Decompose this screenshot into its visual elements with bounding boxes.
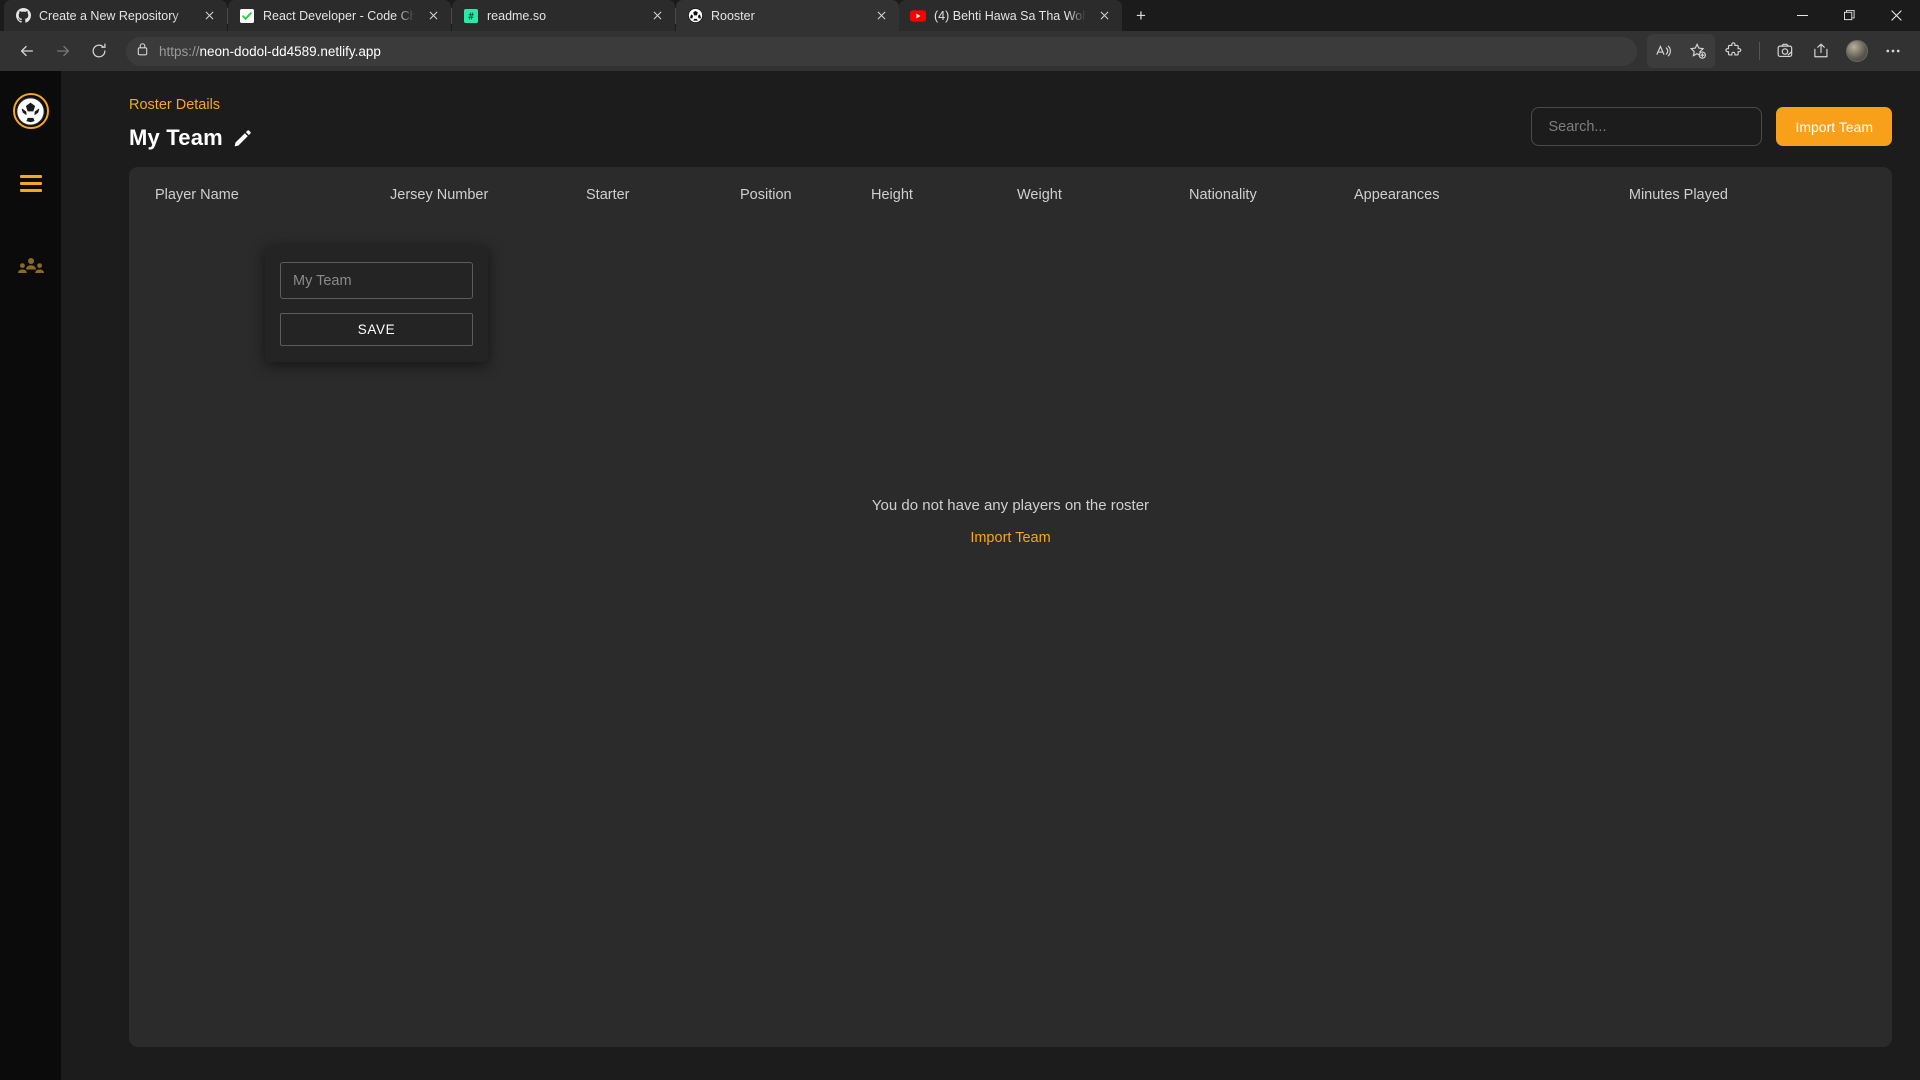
edit-team-name-popover: SAVE <box>265 246 488 362</box>
window-controls <box>1779 0 1920 31</box>
checkmark-icon <box>239 8 255 24</box>
sidebar-item-team[interactable] <box>18 256 44 278</box>
pencil-icon[interactable] <box>234 130 251 147</box>
column-header-minutes-played[interactable]: Minutes Played <box>1548 187 1728 203</box>
team-name-input[interactable] <box>280 262 473 299</box>
browser-tab-2[interactable]: # readme.so <box>452 0 675 31</box>
browser-tab-0[interactable]: Create a New Repository <box>4 0 227 31</box>
empty-state-message: You do not have any players on the roste… <box>872 497 1149 514</box>
title-row: My Team <box>129 125 251 151</box>
collections-icon[interactable] <box>1768 34 1802 68</box>
search-input[interactable] <box>1548 119 1745 135</box>
restore-icon[interactable] <box>1826 0 1873 31</box>
forward-arrow-icon[interactable] <box>46 34 80 68</box>
import-team-button[interactable]: Import Team <box>1776 107 1892 146</box>
close-icon[interactable] <box>871 6 891 26</box>
search-box[interactable] <box>1531 107 1762 146</box>
table-header-row: Player Name Jersey Number Starter Positi… <box>129 167 1892 223</box>
soccer-ball-icon <box>687 8 703 24</box>
settings-more-icon[interactable] <box>1876 34 1910 68</box>
empty-state-import-link[interactable]: Import Team <box>970 530 1050 546</box>
toolbar-actions <box>1647 34 1910 68</box>
share-icon[interactable] <box>1804 34 1838 68</box>
column-header-appearances[interactable]: Appearances <box>1354 187 1548 203</box>
youtube-icon <box>910 8 926 24</box>
omnibox-actions-group <box>1647 34 1715 68</box>
browser-tab-1[interactable]: React Developer - Code Challenge <box>228 0 451 31</box>
soccer-ball-logo[interactable] <box>13 93 49 129</box>
column-header-jersey-number[interactable]: Jersey Number <box>390 187 586 203</box>
browser-toolbar: https://neon-dodol-dd4589.netlify.app <box>0 31 1920 71</box>
new-tab-button[interactable]: + <box>1124 1 1158 31</box>
app-sidebar <box>0 71 61 1080</box>
breadcrumb[interactable]: Roster Details <box>129 97 251 113</box>
url-host: neon-dodol-dd4589.netlify.app <box>200 44 381 59</box>
tab-title: Create a New Repository <box>39 9 191 23</box>
extensions-icon[interactable] <box>1717 34 1751 68</box>
add-favorite-icon[interactable] <box>1681 34 1715 68</box>
column-header-nationality[interactable]: Nationality <box>1189 187 1354 203</box>
tab-title: Rooster <box>711 9 863 23</box>
back-arrow-icon[interactable] <box>10 34 44 68</box>
tab-title: (4) Behti Hawa Sa Tha Woh – 3 Id <box>934 9 1086 23</box>
reload-icon[interactable] <box>82 34 116 68</box>
toolbar-divider <box>1759 42 1760 60</box>
column-header-position[interactable]: Position <box>740 187 871 203</box>
page-title: My Team <box>129 125 223 151</box>
browser-tab-4[interactable]: (4) Behti Hawa Sa Tha Woh – 3 Id <box>899 0 1122 31</box>
profile-avatar[interactable] <box>1840 34 1874 68</box>
page-header-left: Roster Details My Team <box>129 97 251 151</box>
address-bar[interactable]: https://neon-dodol-dd4589.netlify.app <box>126 37 1637 66</box>
tab-strip: Create a New Repository React Developer … <box>0 0 1920 31</box>
minimize-icon[interactable] <box>1779 0 1826 31</box>
svg-text:#: # <box>468 11 474 22</box>
save-button[interactable]: SAVE <box>280 313 473 346</box>
url-scheme: https:// <box>159 44 200 59</box>
column-header-height[interactable]: Height <box>871 187 1017 203</box>
column-header-starter[interactable]: Starter <box>586 187 740 203</box>
close-icon[interactable] <box>423 6 443 26</box>
column-header-player-name[interactable]: Player Name <box>155 187 390 203</box>
column-header-weight[interactable]: Weight <box>1017 187 1189 203</box>
empty-state: You do not have any players on the roste… <box>129 497 1892 546</box>
tab-title: readme.so <box>487 9 639 23</box>
close-icon[interactable] <box>647 6 667 26</box>
page-viewport: Roster Details My Team Import Team <box>0 71 1920 1080</box>
address-bar-url: https://neon-dodol-dd4589.netlify.app <box>159 44 381 59</box>
lock-icon <box>136 42 149 61</box>
readme-icon: # <box>463 8 479 24</box>
page-header: Roster Details My Team Import Team <box>61 71 1892 151</box>
tab-title: React Developer - Code Challenge <box>263 9 415 23</box>
sidebar-item-menu[interactable] <box>20 175 42 192</box>
browser-window: Create a New Repository React Developer … <box>0 0 1920 1080</box>
close-icon[interactable] <box>1094 6 1114 26</box>
browser-tab-3[interactable]: Rooster <box>676 0 899 31</box>
close-icon[interactable] <box>199 6 219 26</box>
header-actions: Import Team <box>1531 97 1892 146</box>
close-icon[interactable] <box>1873 0 1920 31</box>
read-aloud-icon[interactable] <box>1647 34 1681 68</box>
github-icon <box>15 8 31 24</box>
app-content: Roster Details My Team Import Team <box>61 71 1920 1080</box>
